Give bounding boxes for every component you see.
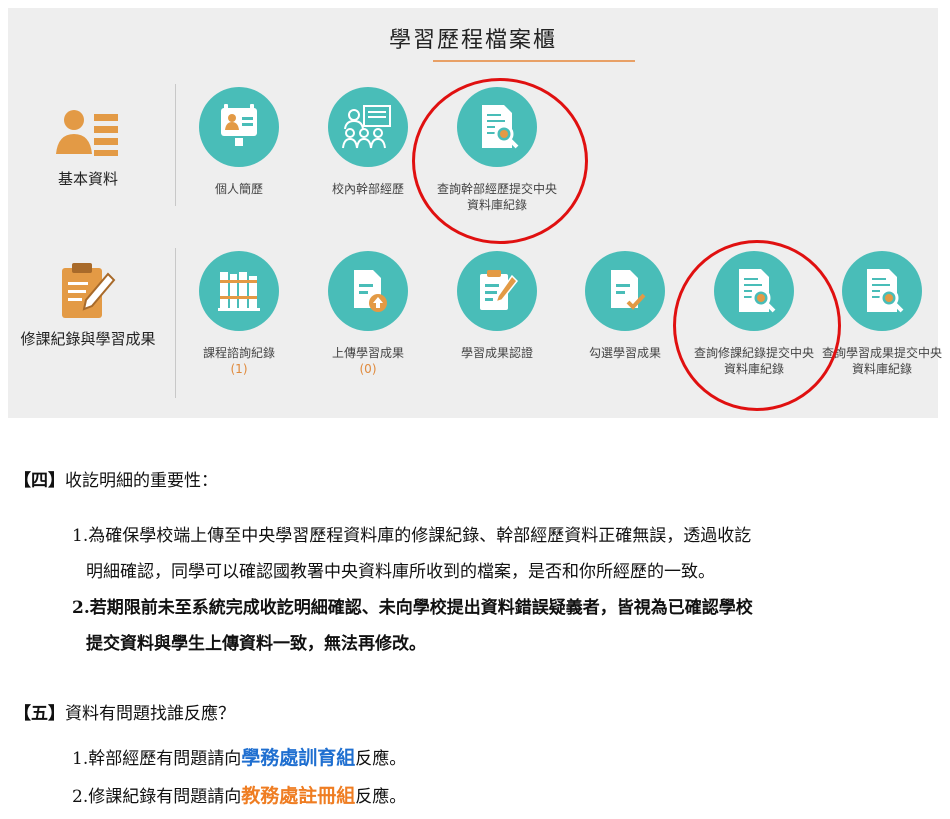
item-number: 2. [72,598,90,618]
item-number: 1. [72,526,89,546]
item-query-course-record[interactable]: 查詢修課紀錄提交中央資料庫紀錄 [690,251,818,377]
document-search-icon [739,269,776,313]
category-label: 基本資料 [57,170,118,188]
section-title: 資料有問題找誰反應？ [65,704,235,724]
books-icon [218,272,260,311]
item-upload-results[interactable]: 上傳學習成果 (0) [304,251,432,377]
paragraph-line: 明細確認，同學可以確認國教署中央資料庫所收到的檔案，是否和你所經歷的一致。 [86,562,715,582]
file-check-icon [611,270,646,310]
item-query-results-record[interactable]: 查詢學習成果提交中央資料庫紀錄 [818,251,946,377]
learning-portfolio-panel: 學習歷程檔案櫃 基本資料 個人簡歷 校內幹部經歷 查詢幹部經歷提交中央資料庫紀錄… [8,8,942,418]
section-4-heading: 【四】收訖明細的重要性： [14,466,218,491]
section-number: 【五】 [14,704,65,724]
academic-affairs-office: 教務處註冊組 [241,785,356,807]
paragraph-1: 1.為確保學校端上傳至中央學習歷程資料庫的修課紀錄、幹部經歷資料正確無誤，透過收… [72,518,932,590]
contact-line-1: 1.幹部經歷有問題請向學務處訓育組反應。 [72,740,932,777]
profile-list-icon [56,110,118,156]
title-underline [433,60,635,62]
contact-text: 反應。 [355,787,407,807]
file-upload-icon [354,270,387,312]
category-course-records: 修課紀錄與學習成果 [8,260,168,350]
item-personal-resume[interactable]: 個人簡歷 [175,87,303,197]
item-label: 查詢修課紀錄提交中央資料庫紀錄 [693,346,814,376]
category-basic-info: 基本資料 [8,108,168,190]
contact-text: 1.幹部經歷有問題請向 [72,749,242,769]
clipboard-edit-icon [62,263,116,318]
item-label: 校內幹部經歷 [331,182,404,196]
document-search-icon [867,269,904,313]
item-label: 上傳學習成果 [331,346,404,360]
item-label: 個人簡歷 [214,182,263,196]
item-label: 查詢學習成果提交中央資料庫紀錄 [821,346,942,376]
category-label: 修課紀錄與學習成果 [20,330,156,348]
paragraph-line: 為確保學校端上傳至中央學習歷程資料庫的修課紀錄、幹部經歷資料正確無誤，透過收訖 [88,526,752,546]
item-results-certification[interactable]: 學習成果認證 [433,251,561,361]
item-count: (1) [230,362,248,376]
document-search-icon [482,105,519,149]
paragraph-2: 2.若期限前未至系統完成收訖明細確認、未向學校提出資料錯誤疑義者，皆視為已確認學… [72,590,932,662]
item-label: 查詢幹部經歷提交中央資料庫紀錄 [436,182,557,212]
item-course-consultation[interactable]: 課程諮詢紀錄 (1) [175,251,303,377]
section-title: 收訖明細的重要性： [65,471,218,491]
item-school-cadre[interactable]: 校內幹部經歷 [304,87,432,197]
item-count: (0) [359,362,377,376]
contact-text: 2.修課紀錄有問題請向 [72,787,242,807]
paragraph-line: 提交資料與學生上傳資料一致，無法再修改。 [86,634,426,654]
contact-line-2: 2.修課紀錄有問題請向教務處註冊組反應。 [72,778,932,815]
item-label: 勾選學習成果 [588,346,661,360]
item-select-results[interactable]: 勾選學習成果 [561,251,689,361]
id-badge-icon [221,104,257,146]
contact-text: 反應。 [355,749,407,769]
section-number: 【四】 [14,471,65,491]
student-affairs-office: 學務處訓育組 [241,747,356,769]
item-query-cadre-record[interactable]: 查詢幹部經歷提交中央資料庫紀錄 [433,87,561,213]
team-cadre-icon [342,105,391,149]
panel-title: 學習歷程檔案櫃 [388,28,557,53]
item-label: 學習成果認證 [460,346,533,360]
item-label: 課程諮詢紀錄 [202,346,275,360]
paragraph-line: 若期限前未至系統完成收訖明細確認、未向學校提出資料錯誤疑義者，皆視為已確認學校 [89,598,753,618]
section-5-heading: 【五】資料有問題找誰反應？ [14,699,235,724]
clipboard-pencil-icon [480,270,519,310]
